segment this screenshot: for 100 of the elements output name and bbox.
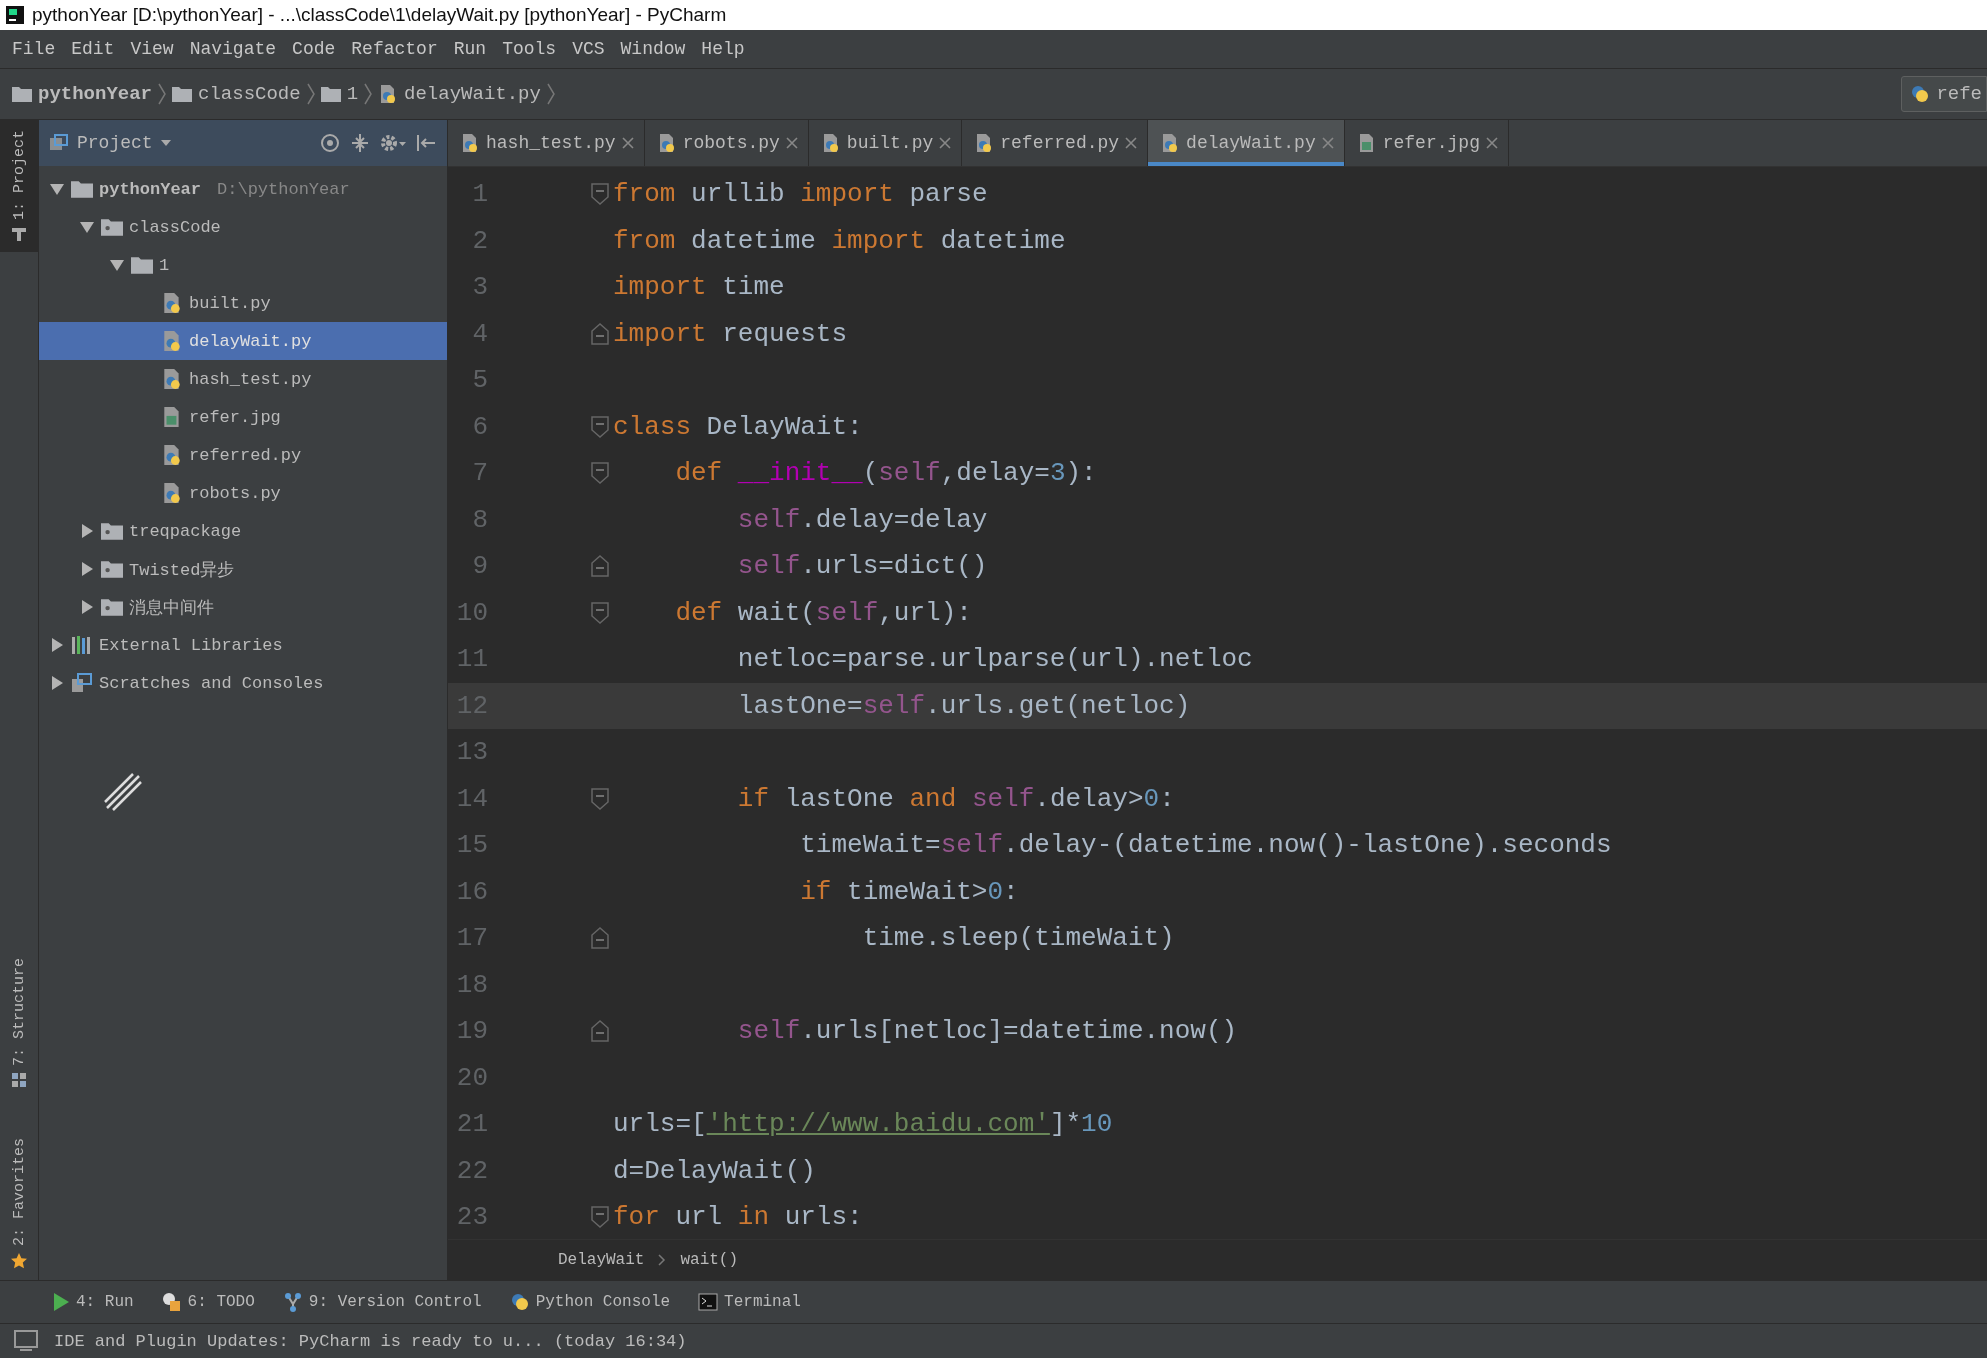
fold-marker-icon[interactable] — [591, 183, 609, 206]
line-number: 13 — [455, 737, 488, 768]
menu-item[interactable]: Help — [695, 39, 751, 59]
tool-window-button[interactable]: Python Console — [505, 1288, 675, 1316]
code-text: def __init__(self,delay=3): — [674, 458, 1097, 489]
fold-marker-icon[interactable] — [591, 462, 609, 485]
close-icon[interactable] — [939, 137, 952, 149]
editor-tab[interactable]: built.py — [808, 120, 963, 166]
menu-item[interactable]: Navigate — [183, 39, 283, 59]
project-view-dropdown[interactable]: Project — [49, 133, 171, 153]
code-text: self.delay=delay — [736, 504, 988, 535]
breadcrumb-item[interactable]: delayWait.py — [378, 83, 541, 105]
fold-marker-icon[interactable] — [591, 787, 609, 810]
tree-item[interactable]: 消息中间件 — [39, 588, 447, 626]
tool-window-tab[interactable]: 7: Structure — [0, 947, 38, 1098]
editor-tab[interactable]: delayWait.py — [1148, 120, 1345, 166]
tree-item[interactable]: pythonYear D:\pythonYear — [39, 170, 447, 208]
python-file-icon — [161, 330, 183, 352]
expand-arrow-icon[interactable] — [79, 561, 95, 577]
folder-icon — [101, 522, 123, 540]
tool-window-tab[interactable]: 2: Favorites — [0, 1127, 38, 1280]
editor-tab[interactable]: robots.py — [644, 120, 809, 166]
tree-item[interactable]: built.py — [39, 284, 447, 322]
tree-item[interactable]: 1 — [39, 246, 447, 284]
fold-marker-icon[interactable] — [591, 601, 609, 624]
close-icon[interactable] — [785, 137, 798, 149]
tree-item[interactable]: hash_test.py — [39, 360, 447, 398]
library-icon — [71, 635, 93, 655]
code-text: self.urls[netloc]=datetime.now() — [736, 1016, 1238, 1047]
tree-item[interactable]: External Libraries — [39, 626, 447, 664]
menu-item[interactable]: VCS — [566, 39, 611, 59]
tool-window-button[interactable]: 9: Version Control — [278, 1288, 486, 1316]
tree-item[interactable]: delayWait.py — [39, 322, 447, 360]
fold-marker-icon[interactable] — [591, 322, 609, 345]
hide-panel-icon[interactable] — [415, 132, 437, 154]
close-icon[interactable] — [621, 137, 634, 149]
folder-icon — [71, 180, 93, 198]
line-number: 5 — [471, 365, 488, 396]
tool-window-button[interactable]: 6: TODO — [157, 1288, 259, 1316]
settings-icon[interactable] — [379, 132, 407, 154]
expand-arrow-icon[interactable] — [79, 219, 95, 235]
monitor-icon — [14, 1330, 38, 1352]
folder-icon — [101, 560, 123, 578]
folder-icon — [101, 218, 123, 236]
code-text: def wait(self,url): — [674, 597, 972, 628]
tree-item[interactable]: refer.jpg — [39, 398, 447, 436]
line-number: 20 — [455, 1062, 488, 1093]
run-configuration-button[interactable]: refe — [1901, 76, 1987, 112]
expand-arrow-icon[interactable] — [49, 675, 65, 691]
code-text: for url in urls: — [613, 1202, 863, 1233]
line-number: 18 — [455, 969, 488, 1000]
collapse-icon[interactable] — [349, 132, 371, 154]
code-text: netloc=parse.urlparse(url).netloc — [736, 644, 1253, 675]
tool-window-button[interactable]: 4: Run — [48, 1288, 138, 1316]
menu-item[interactable]: Code — [286, 39, 342, 59]
code-text: d=DelayWait() — [613, 1155, 816, 1186]
status-message: IDE and Plugin Updates: PyCharm is ready to u... (today 16:34) — [54, 1331, 687, 1351]
locate-icon[interactable] — [319, 132, 341, 154]
breadcrumb-item[interactable]: DelayWait — [558, 1251, 645, 1269]
expand-arrow-icon[interactable] — [49, 637, 65, 653]
expand-arrow-icon[interactable] — [109, 257, 125, 273]
breadcrumb-item[interactable]: classCode — [172, 83, 301, 105]
python-icon — [1910, 84, 1931, 104]
line-number: 19 — [455, 1016, 488, 1047]
menu-item[interactable]: View — [124, 39, 180, 59]
close-icon[interactable] — [1485, 137, 1498, 149]
breadcrumb-item[interactable]: 1 — [320, 83, 359, 105]
fold-marker-icon[interactable] — [591, 415, 609, 438]
expand-arrow-icon[interactable] — [79, 599, 95, 615]
expand-arrow-icon[interactable] — [79, 523, 95, 539]
menu-item[interactable]: Window — [614, 39, 692, 59]
tool-window-tab[interactable]: 1: Project — [0, 120, 38, 252]
tree-item[interactable]: classCode — [39, 208, 447, 246]
menu-item[interactable]: Tools — [496, 39, 563, 59]
expand-arrow-icon[interactable] — [49, 181, 65, 197]
fold-marker-icon[interactable] — [591, 927, 609, 950]
fold-marker-icon[interactable] — [591, 1206, 609, 1229]
tree-item[interactable]: treqpackage — [39, 512, 447, 550]
menu-item[interactable]: Refactor — [345, 39, 444, 59]
close-icon[interactable] — [1321, 137, 1334, 149]
fold-marker-icon[interactable] — [591, 555, 609, 578]
breadcrumb-item[interactable]: wait() — [680, 1251, 739, 1269]
fold-marker-icon[interactable] — [591, 1020, 609, 1043]
menu-item[interactable]: Run — [447, 39, 493, 59]
editor-tab[interactable]: refer.jpg — [1344, 120, 1509, 166]
tree-item[interactable]: Scratches and Consoles — [39, 664, 447, 702]
tree-item[interactable]: referred.py — [39, 436, 447, 474]
line-number: 15 — [455, 830, 488, 861]
tree-item[interactable]: Twisted异步 — [39, 550, 447, 588]
tool-window-button[interactable]: Terminal — [694, 1289, 805, 1315]
close-icon[interactable] — [1125, 137, 1138, 149]
tree-item[interactable]: robots.py — [39, 474, 447, 512]
breadcrumb-item[interactable]: pythonYear — [12, 83, 153, 105]
menu-item[interactable]: File — [6, 39, 62, 59]
folder-icon — [172, 86, 193, 102]
line-number: 21 — [455, 1109, 488, 1140]
menu-item[interactable]: Edit — [65, 39, 121, 59]
hatch-icon — [103, 772, 143, 812]
editor-tab[interactable]: hash_test.py — [448, 120, 645, 166]
python-file-icon — [460, 133, 480, 153]
